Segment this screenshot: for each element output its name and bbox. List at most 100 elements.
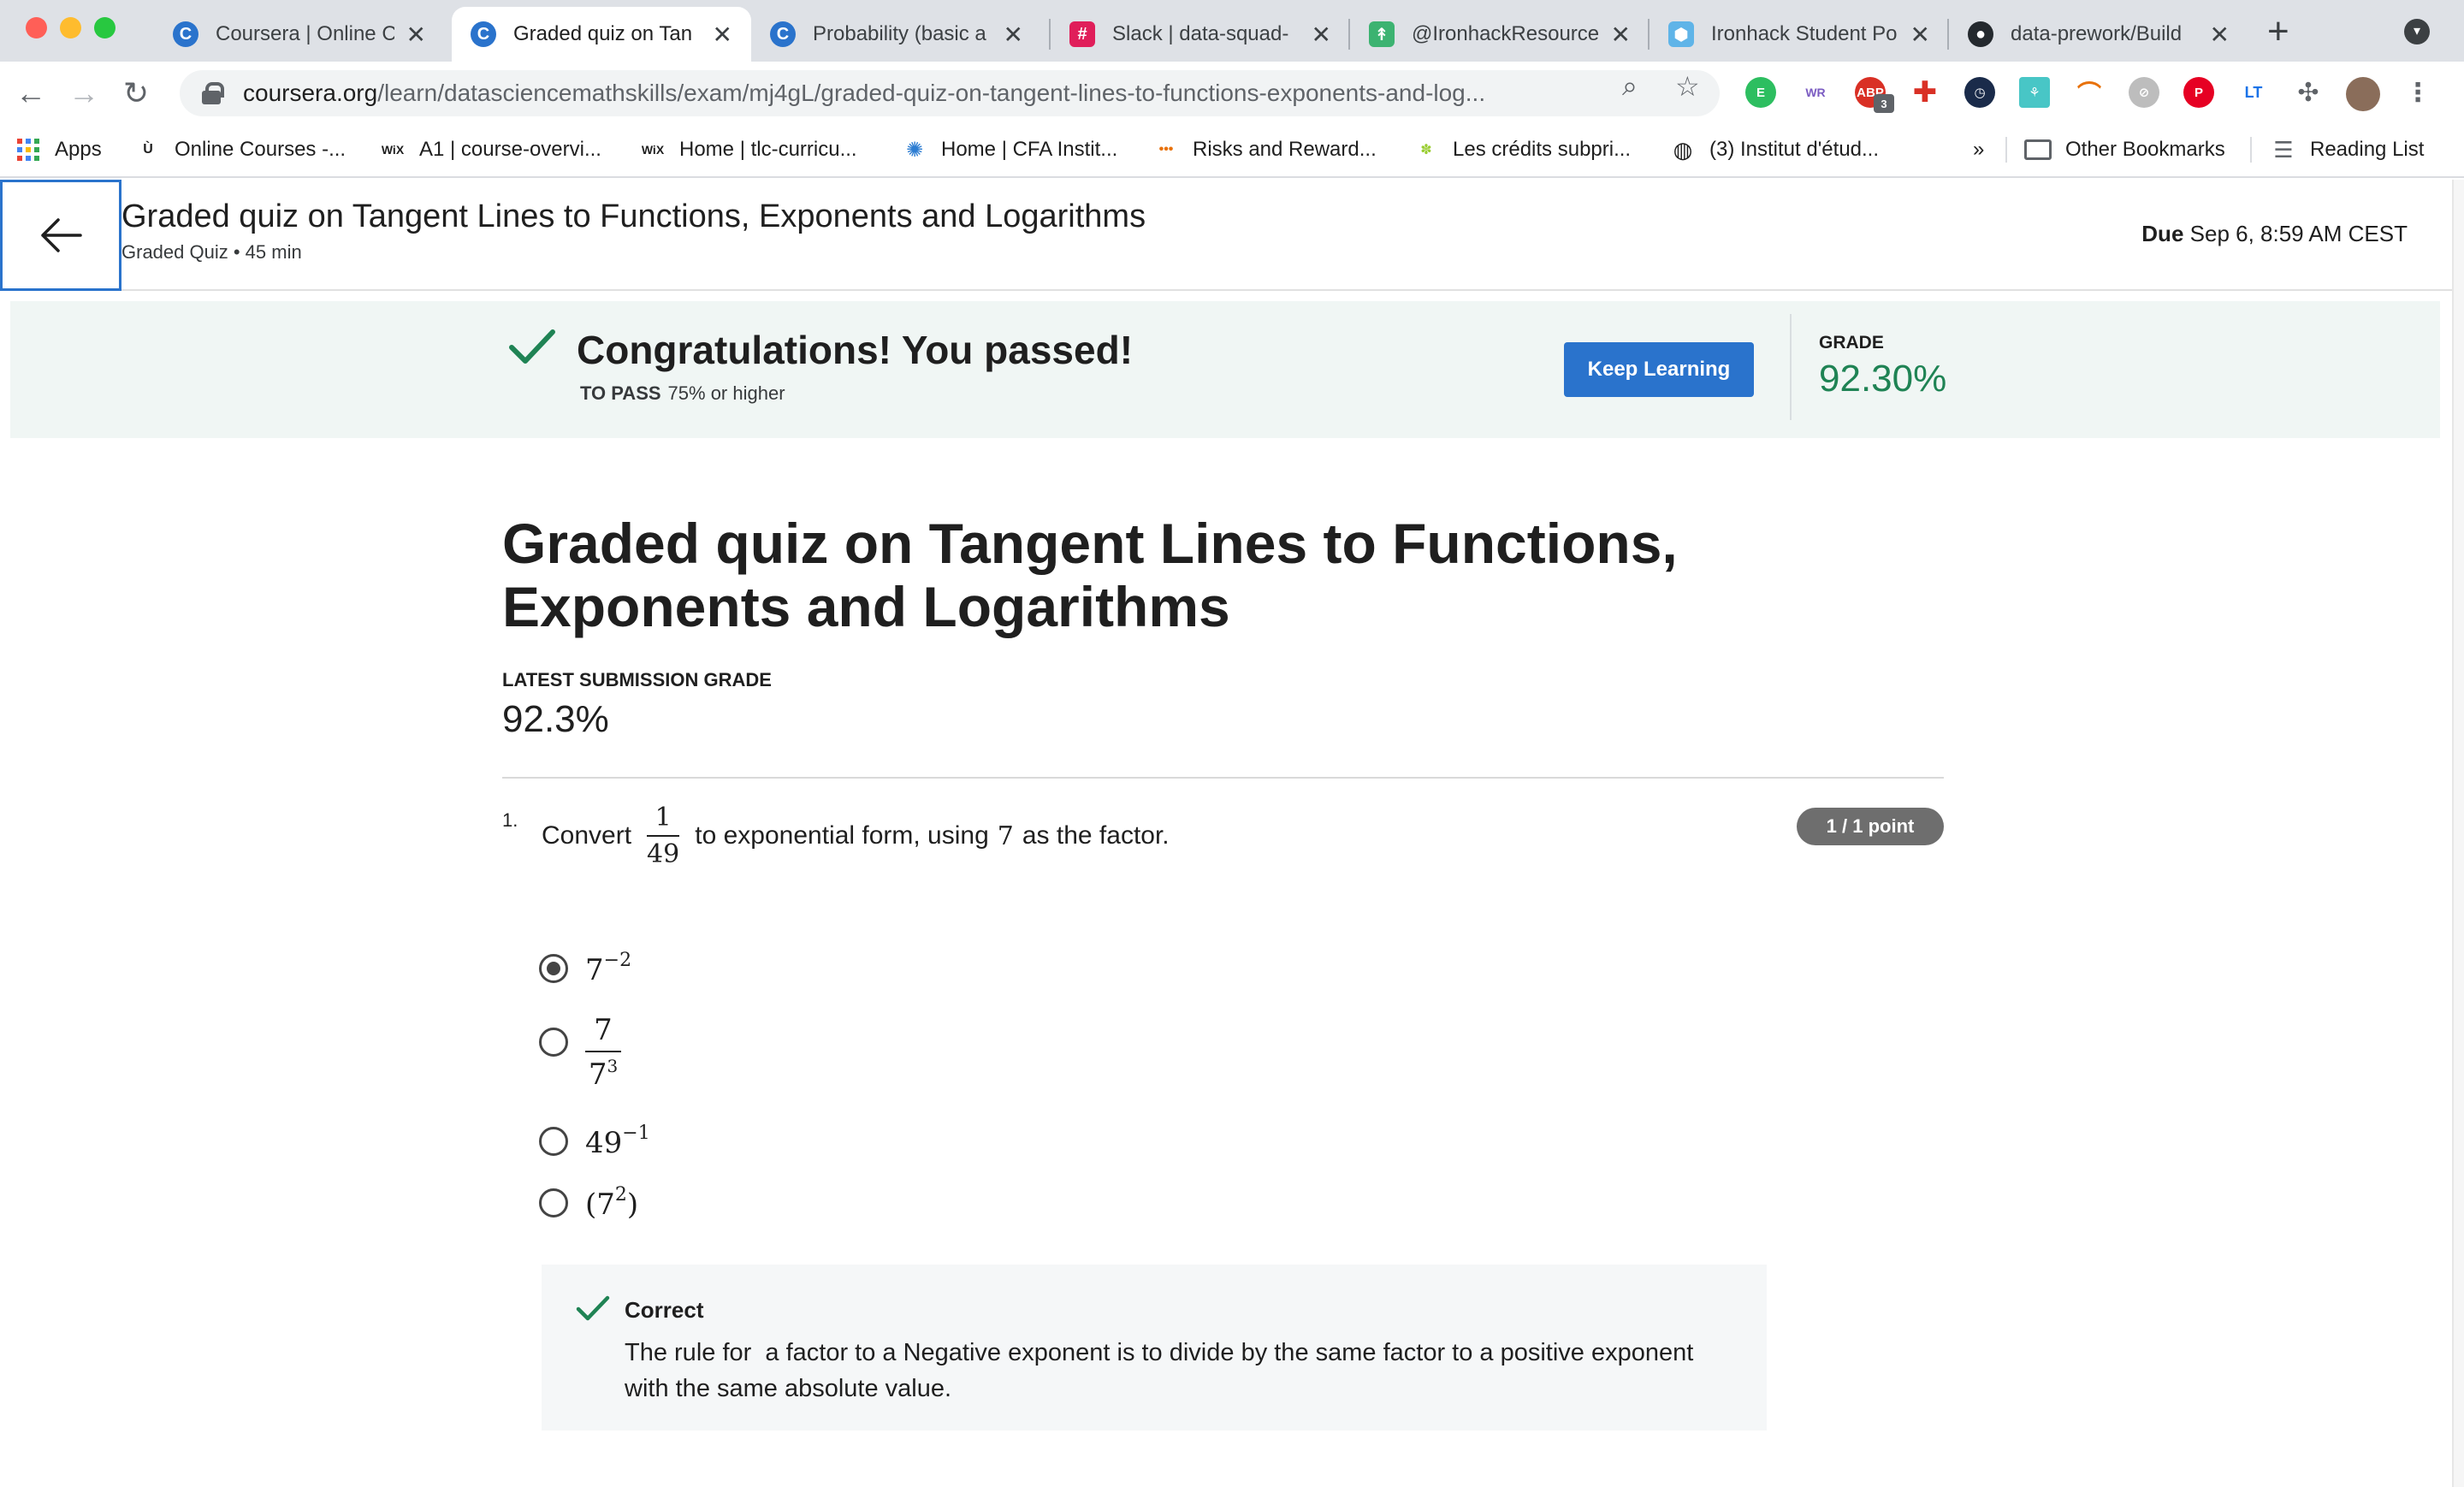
latest-grade-label: LATEST SUBMISSION GRADE	[502, 669, 772, 690]
close-icon[interactable]: ✕	[1611, 21, 1631, 49]
option-numerator: 7	[594, 1013, 613, 1047]
tab-search-icon[interactable]: ▾	[2404, 19, 2430, 44]
banner-title: Congratulations! You passed!	[577, 328, 1134, 372]
question-fraction: 1 49	[647, 803, 680, 869]
browser-tab[interactable]: ↟ @IronhackResource ✕	[1350, 7, 1650, 62]
profile-avatar[interactable]	[2346, 77, 2380, 111]
wordreference-icon[interactable]: WR	[1800, 77, 1831, 108]
plant-icon[interactable]: ⚘	[2019, 77, 2050, 108]
bookmark-label: Reading List	[2310, 138, 2425, 161]
tab-title: data-prework/Build	[2011, 22, 2183, 45]
question-factor: 7	[997, 821, 1014, 851]
zoom-window-button[interactable]	[94, 17, 116, 39]
question-suffix: as the factor.	[1022, 821, 1170, 850]
slack-icon: #	[1069, 21, 1095, 47]
link-icon[interactable]: ⊘	[2129, 77, 2159, 108]
answer-option[interactable]: 7−2	[539, 950, 631, 987]
bookmark-label: Online Courses -...	[175, 138, 346, 161]
radio-unselected[interactable]	[539, 1188, 568, 1217]
medical-cross-icon[interactable]: ✚	[1910, 76, 1940, 109]
rainbow-icon[interactable]: ⌒	[2074, 77, 2105, 108]
address-bar[interactable]: coursera.org /learn/datasciencemathskill…	[180, 70, 1720, 116]
close-icon[interactable]: ✕	[713, 21, 732, 49]
checkmark-icon	[509, 329, 555, 364]
bookmark-label: Risks and Reward...	[1193, 138, 1377, 161]
scrollbar[interactable]	[2452, 180, 2464, 1487]
answer-option[interactable]: (72)	[539, 1184, 638, 1222]
bookmark-item[interactable]: Ù Online Courses -...	[137, 123, 346, 176]
grade-value: 92.30%	[1819, 358, 1947, 400]
browser-tab[interactable]: C Probability (basic a ✕	[751, 7, 1042, 62]
bookmark-item[interactable]: WiX Home | tlc-curricu...	[642, 123, 857, 176]
new-tab-button[interactable]: +	[2267, 10, 2289, 53]
points-badge: 1 / 1 point	[1797, 808, 1944, 845]
bookmark-label: Home | tlc-curricu...	[679, 138, 857, 161]
bookmark-label: Les crédits subpri...	[1453, 138, 1632, 161]
wix-icon: WiX	[641, 143, 665, 157]
bookmark-separator	[2250, 137, 2252, 163]
back-arrow-icon[interactable]: ←	[15, 75, 46, 111]
tab-strip: C Coursera | Online C ✕ C Graded quiz on…	[0, 0, 2464, 62]
pinterest-icon[interactable]: P	[2183, 77, 2214, 108]
radio-unselected[interactable]	[539, 1127, 568, 1156]
option-denominator-base: 7	[588, 1057, 607, 1092]
answer-option[interactable]: 7 73	[539, 1013, 621, 1092]
back-button[interactable]	[0, 180, 121, 291]
close-icon[interactable]: ✕	[2210, 21, 2230, 49]
page-title: Graded quiz on Tangent Lines to Function…	[502, 512, 1678, 638]
close-window-button[interactable]	[26, 17, 47, 39]
evernote-icon[interactable]: E	[1745, 77, 1776, 108]
close-icon[interactable]: ✕	[1312, 21, 1331, 49]
lock-icon[interactable]	[202, 82, 224, 104]
language-tool-icon[interactable]: LT	[2238, 77, 2269, 108]
browser-menu-icon[interactable]: ⋮	[2402, 77, 2433, 108]
to-pass-text: TO PASS 75% or higher	[580, 382, 785, 405]
other-bookmarks[interactable]: Other Bookmarks	[2024, 123, 2225, 176]
url-path: /learn/datasciencemathskills/exam/mj4gL/…	[377, 80, 1486, 106]
radio-unselected[interactable]	[539, 1028, 568, 1057]
bookmark-star-icon[interactable]: ☆	[1675, 70, 1700, 103]
option-denominator-exponent: 3	[607, 1056, 619, 1076]
latest-grade-value: 92.3%	[502, 698, 609, 740]
palm-icon: ✽	[1420, 143, 1432, 157]
bookmark-item[interactable]: ◍ (3) Institut d'étud...	[1672, 123, 1879, 176]
close-icon[interactable]: ✕	[1004, 21, 1023, 49]
forward-arrow-icon[interactable]: →	[68, 75, 99, 111]
feedback-status: Correct	[625, 1297, 704, 1323]
to-pass-label: TO PASS	[580, 382, 661, 404]
browser-tab[interactable]: ● data-prework/Build ✕	[1949, 7, 2248, 62]
zoom-icon[interactable]: ⌕	[1622, 70, 1638, 103]
bookmark-apps[interactable]: Apps	[17, 123, 102, 176]
option-paren-open: (	[585, 1188, 597, 1222]
option-base: 7	[596, 1188, 615, 1222]
bookmark-item[interactable]: WiX A1 | course-overvi...	[382, 123, 601, 176]
puzzle-extensions-icon[interactable]: ✣	[2293, 77, 2324, 108]
reading-list[interactable]: ☰ Reading List	[2272, 123, 2424, 176]
option-label: 7−2	[585, 950, 631, 987]
answer-option[interactable]: 49−1	[539, 1123, 650, 1160]
clock-icon[interactable]: ◷	[1964, 77, 1995, 108]
keep-learning-button[interactable]: Keep Learning	[1564, 342, 1754, 397]
browser-tab-active[interactable]: C Graded quiz on Tan ✕	[452, 7, 751, 62]
option-label: 49−1	[585, 1123, 650, 1160]
udemy-icon: Ù	[143, 142, 153, 157]
question-middle: to exponential form, using	[695, 821, 989, 850]
bookmark-item[interactable]: ✺ Home | CFA Instit...	[903, 123, 1117, 176]
feedback-text: The rule for a factor to a Negative expo…	[625, 1339, 1701, 1402]
reading-list-icon: ☰	[2273, 136, 2294, 163]
reload-icon[interactable]: ↻	[123, 75, 149, 111]
close-icon[interactable]: ✕	[1910, 21, 1930, 49]
close-icon[interactable]: ✕	[406, 21, 426, 49]
bookmark-item[interactable]: ••• Risks and Reward...	[1155, 123, 1377, 176]
bookmark-label: A1 | course-overvi...	[419, 138, 601, 161]
browser-tab[interactable]: ⬢ Ironhack Student Po ✕	[1650, 7, 1949, 62]
minimize-window-button[interactable]	[60, 17, 81, 39]
more-bookmarks-button[interactable]: »	[1973, 123, 1984, 176]
bookmark-item[interactable]: ✽ Les crédits subpri...	[1415, 123, 1631, 176]
option-exponent: −2	[603, 950, 632, 971]
browser-tab[interactable]: # Slack | data-squad- ✕	[1051, 7, 1350, 62]
browser-tab[interactable]: C Coursera | Online C ✕	[154, 7, 445, 62]
fraction-denominator: 49	[647, 839, 680, 869]
option-exponent: 2	[614, 1184, 627, 1206]
radio-selected[interactable]	[539, 954, 568, 983]
